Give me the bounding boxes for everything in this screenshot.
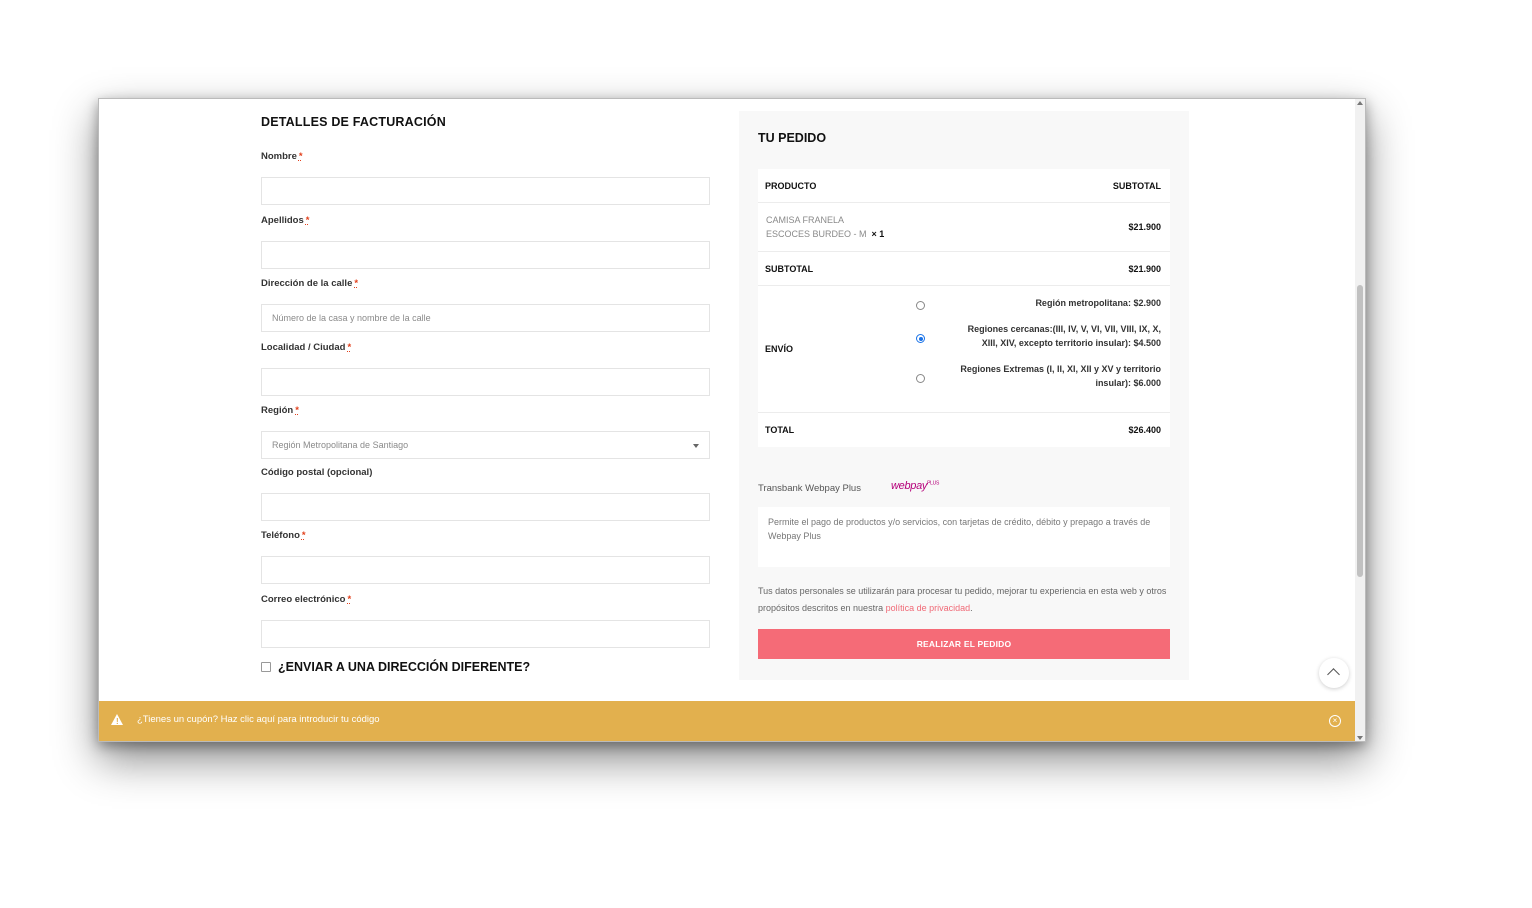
billing-details: DETALLES DE FACTURACIÓN Nombre * Apellido… [261, 113, 712, 674]
payment-description: Permite el pago de productos y/o servici… [758, 507, 1170, 567]
shipping-radio-extremas[interactable] [916, 374, 925, 383]
field-apellidos-label: Apellidos * [261, 215, 310, 226]
table-row-shipping: ENVÍO Región metropolitana: $2.900 Regio… [758, 286, 1170, 413]
region-selected-value: Región Metropolitana de Santiago [272, 440, 409, 450]
product-qty: × 1 [871, 229, 885, 239]
privacy-notice: Tus datos personales se utilizarán para … [758, 586, 1167, 613]
place-order-button[interactable]: REALIZAR EL PEDIDO [758, 629, 1170, 659]
coupon-notice-bar: ! ¿Tienes un cupón? Haz clic aquí para i… [99, 701, 1357, 741]
shipping-label: ENVÍO [765, 344, 794, 354]
ship-different-label: ¿ENVIAR A UNA DIRECCIÓN DIFERENTE? [278, 660, 531, 674]
scroll-thumb[interactable] [1357, 285, 1363, 577]
table-row-total: TOTAL $26.400 [758, 413, 1170, 447]
field-apellidos: Apellidos * [261, 214, 712, 269]
payment-method-label[interactable]: Transbank Webpay Plus [758, 483, 861, 494]
table-header-row: PRODUCTO SUBTOTAL [758, 169, 1170, 203]
subtotal-value: $21.900 [1128, 264, 1161, 274]
ship-different-checkbox[interactable] [261, 661, 271, 672]
product-name: CAMISA FRANELA ESCOCES BURDEO - M × 1 [766, 215, 885, 239]
table-row-product: CAMISA FRANELA ESCOCES BURDEO - M × 1 $2… [758, 203, 1170, 252]
product-price: $21.900 [1128, 222, 1161, 232]
field-codigo-postal: Código postal (opcional) [261, 466, 712, 521]
subtotal-label: SUBTOTAL [765, 264, 814, 274]
total-value: $26.400 [1128, 425, 1161, 435]
field-nombre-label: Nombre * [261, 151, 303, 162]
localidad-input[interactable] [261, 368, 710, 396]
shipping-option-extremas[interactable]: Regiones Extremas (I, II, XI, XII y XV y… [960, 362, 1161, 390]
codigo-postal-input[interactable] [261, 493, 710, 521]
field-localidad: Localidad / Ciudad * [261, 341, 712, 396]
field-correo-label: Correo electrónico * [261, 594, 352, 605]
chevron-down-icon [693, 444, 699, 448]
ship-different-toggle[interactable]: ¿ENVIAR A UNA DIRECCIÓN DIFERENTE? [261, 658, 530, 676]
field-codigo-postal-label: Código postal (opcional) [261, 467, 373, 478]
direccion-input[interactable]: Número de la casa y nombre de la calle [261, 304, 710, 332]
back-to-top-button[interactable] [1319, 658, 1349, 688]
shipping-radio-cercanas[interactable] [916, 334, 925, 343]
region-select[interactable]: Región Metropolitana de Santiago [261, 431, 710, 459]
table-row-subtotal: SUBTOTAL $21.900 [758, 252, 1170, 286]
field-localidad-label: Localidad / Ciudad * [261, 342, 352, 353]
nombre-input[interactable] [261, 177, 710, 205]
field-region-label: Región * [261, 405, 299, 416]
field-nombre: Nombre * [261, 150, 712, 205]
shipping-option-metropolitana[interactable]: Región metropolitana: $2.900 [1035, 296, 1161, 310]
scrollbar[interactable] [1355, 99, 1365, 741]
field-telefono-label: Teléfono * [261, 530, 306, 541]
webpay-logo: webpayPLUS [891, 480, 939, 492]
close-circle-icon[interactable]: × [1329, 715, 1341, 727]
correo-input[interactable] [261, 620, 710, 648]
header-subtotal: SUBTOTAL [1112, 181, 1161, 191]
order-title: TU PEDIDO [758, 131, 827, 145]
telefono-input[interactable] [261, 556, 710, 584]
apellidos-input[interactable] [261, 241, 710, 269]
browser-viewport: DETALLES DE FACTURACIÓN Nombre * Apellido… [98, 98, 1366, 742]
field-direccion-label: Dirección de la calle * [261, 278, 359, 289]
shipping-radio-metropolitana[interactable] [916, 301, 925, 310]
field-correo: Correo electrónico * [261, 593, 712, 648]
shipping-option-cercanas[interactable]: Regiones cercanas:(III, IV, V, VI, VII, … [968, 322, 1161, 350]
chevron-up-icon [1327, 668, 1340, 681]
header-product: PRODUCTO [765, 181, 817, 191]
order-review: TU PEDIDO PRODUCTO SUBTOTAL CAMISA FRANE… [739, 111, 1189, 680]
scroll-down-icon[interactable] [1357, 736, 1363, 740]
scroll-up-icon[interactable] [1357, 101, 1363, 105]
order-table: PRODUCTO SUBTOTAL CAMISA FRANELA ESCOCES… [758, 169, 1170, 447]
privacy-policy-link[interactable]: política de privacidad [886, 603, 971, 613]
field-direccion: Dirección de la calle * Número de la casa… [261, 277, 712, 332]
field-telefono: Teléfono * [261, 529, 712, 584]
total-label: TOTAL [765, 425, 795, 435]
coupon-link[interactable]: ¿Tienes un cupón? Haz clic aquí para int… [137, 714, 380, 725]
billing-title: DETALLES DE FACTURACIÓN [261, 115, 446, 129]
field-region: Región * Región Metropolitana de Santiago [261, 404, 712, 459]
